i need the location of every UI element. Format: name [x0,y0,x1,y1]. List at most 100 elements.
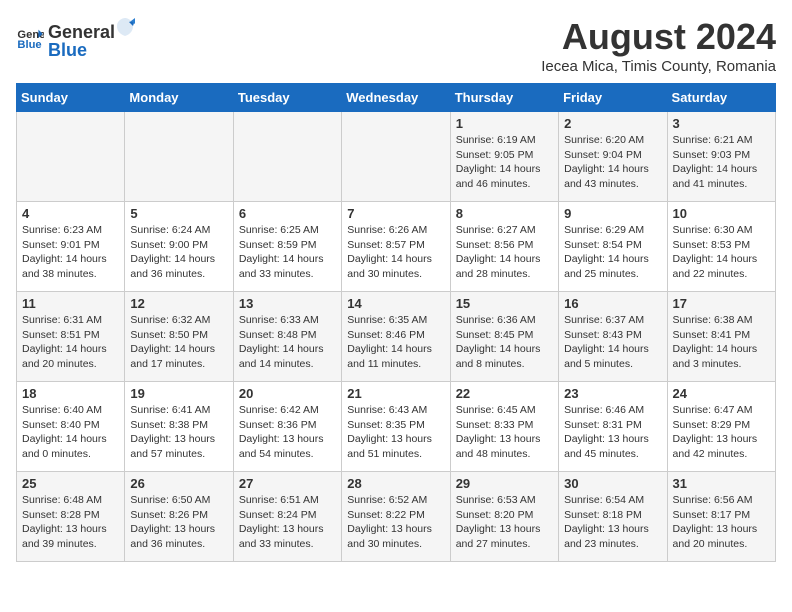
calendar-week-row: 4Sunrise: 6:23 AMSunset: 9:01 PMDaylight… [17,202,776,292]
cell-content: Sunrise: 6:47 AMSunset: 8:29 PMDaylight:… [673,403,770,462]
col-header-monday: Monday [125,84,233,112]
calendar-cell: 14Sunrise: 6:35 AMSunset: 8:46 PMDayligh… [342,292,450,382]
calendar-cell: 2 Sunrise: 6:20 AMSunset: 9:04 PMDaylight… [559,112,667,202]
cell-content: Sunrise: 6:43 AMSunset: 8:35 PMDaylight:… [347,403,444,462]
calendar-cell: 9 Sunrise: 6:29 AMSunset: 8:54 PMDaylight… [559,202,667,292]
day-number: 23 [564,386,661,401]
cell-content: Sunrise: 6:32 AMSunset: 8:50 PMDaylight:… [130,313,227,372]
cell-content: Sunrise: 6:20 AMSunset: 9:04 PMDaylight:… [564,133,661,192]
cell-content: Sunrise: 6:53 AMSunset: 8:20 PMDaylight:… [456,493,553,552]
day-number: 27 [239,476,336,491]
day-number: 6 [239,206,336,221]
day-number: 24 [673,386,770,401]
calendar-cell: 17 Sunrise: 6:38 AMSunset: 8:41 PMDayligh… [667,292,775,382]
day-number: 12 [130,296,227,311]
col-header-friday: Friday [559,84,667,112]
cell-content: Sunrise: 6:51 AMSunset: 8:24 PMDaylight:… [239,493,336,552]
calendar-cell: 27 Sunrise: 6:51 AMSunset: 8:24 PMDayligh… [233,472,341,562]
cell-content: Sunrise: 6:21 AMSunset: 9:03 PMDaylight:… [673,133,770,192]
day-number: 19 [130,386,227,401]
cell-content: Sunrise: 6:36 AMSunset: 8:45 PMDaylight:… [456,313,553,372]
cell-content: Sunrise: 6:25 AMSunset: 8:59 PMDaylight:… [239,223,336,282]
calendar-cell: 29 Sunrise: 6:53 AMSunset: 8:20 PMDayligh… [450,472,558,562]
cell-content: Sunrise: 6:27 AMSunset: 8:56 PMDaylight:… [456,223,553,282]
calendar-cell: 15 Sunrise: 6:36 AMSunset: 8:45 PMDayligh… [450,292,558,382]
cell-content: Sunrise: 6:23 AMSunset: 9:01 PMDaylight:… [22,223,119,282]
calendar-cell: 8 Sunrise: 6:27 AMSunset: 8:56 PMDaylight… [450,202,558,292]
calendar-cell: 10 Sunrise: 6:30 AMSunset: 8:53 PMDayligh… [667,202,775,292]
day-number: 16 [564,296,661,311]
day-number: 30 [564,476,661,491]
day-number: 3 [673,116,770,131]
cell-content: Sunrise: 6:30 AMSunset: 8:53 PMDaylight:… [673,223,770,282]
day-number: 15 [456,296,553,311]
day-number: 22 [456,386,553,401]
day-number: 29 [456,476,553,491]
svg-text:Blue: Blue [17,38,41,50]
col-header-tuesday: Tuesday [233,84,341,112]
day-number: 7 [347,206,444,221]
cell-content: Sunrise: 6:31 AMSunset: 8:51 PMDaylight:… [22,313,119,372]
cell-content: Sunrise: 6:33 AMSunset: 8:48 PMDaylight:… [239,313,336,372]
day-number: 21 [347,386,444,401]
calendar-cell: 30 Sunrise: 6:54 AMSunset: 8:18 PMDayligh… [559,472,667,562]
calendar-cell: 3 Sunrise: 6:21 AMSunset: 9:03 PMDaylight… [667,112,775,202]
calendar-cell: 26 Sunrise: 6:50 AMSunset: 8:26 PMDayligh… [125,472,233,562]
calendar-header-row: SundayMondayTuesdayWednesdayThursdayFrid… [17,84,776,112]
day-number: 17 [673,296,770,311]
calendar-cell [125,112,233,202]
calendar-cell: 28 Sunrise: 6:52 AMSunset: 8:22 PMDayligh… [342,472,450,562]
cell-content: Sunrise: 6:24 AMSunset: 9:00 PMDaylight:… [130,223,227,282]
cell-content: Sunrise: 6:54 AMSunset: 8:18 PMDaylight:… [564,493,661,552]
calendar-cell: 5 Sunrise: 6:24 AMSunset: 9:00 PMDaylight… [125,202,233,292]
cell-content: Sunrise: 6:52 AMSunset: 8:22 PMDaylight:… [347,493,444,552]
calendar-table: SundayMondayTuesdayWednesdayThursdayFrid… [16,83,776,562]
calendar-cell: 22 Sunrise: 6:45 AMSunset: 8:33 PMDayligh… [450,382,558,472]
cell-content: Sunrise: 6:45 AMSunset: 8:33 PMDaylight:… [456,403,553,462]
calendar-cell: 12 Sunrise: 6:32 AMSunset: 8:50 PMDayligh… [125,292,233,382]
calendar-cell: 16 Sunrise: 6:37 AMSunset: 8:43 PMDayligh… [559,292,667,382]
calendar-cell: 25Sunrise: 6:48 AMSunset: 8:28 PMDayligh… [17,472,125,562]
calendar-cell [342,112,450,202]
col-header-saturday: Saturday [667,84,775,112]
day-number: 10 [673,206,770,221]
day-number: 5 [130,206,227,221]
day-number: 28 [347,476,444,491]
day-number: 14 [347,296,444,311]
cell-content: Sunrise: 6:38 AMSunset: 8:41 PMDaylight:… [673,313,770,372]
col-header-wednesday: Wednesday [342,84,450,112]
day-number: 8 [456,206,553,221]
day-number: 1 [456,116,553,131]
cell-content: Sunrise: 6:48 AMSunset: 8:28 PMDaylight:… [22,493,119,552]
calendar-cell: 11 Sunrise: 6:31 AMSunset: 8:51 PMDayligh… [17,292,125,382]
calendar-week-row: 25Sunrise: 6:48 AMSunset: 8:28 PMDayligh… [17,472,776,562]
day-number: 11 [22,296,119,311]
logo-bird-icon [115,16,135,38]
cell-content: Sunrise: 6:26 AMSunset: 8:57 PMDaylight:… [347,223,444,282]
cell-content: Sunrise: 6:29 AMSunset: 8:54 PMDaylight:… [564,223,661,282]
day-number: 9 [564,206,661,221]
cell-content: Sunrise: 6:19 AMSunset: 9:05 PMDaylight:… [456,133,553,192]
day-number: 31 [673,476,770,491]
main-title: August 2024 [541,16,776,58]
calendar-week-row: 11 Sunrise: 6:31 AMSunset: 8:51 PMDayligh… [17,292,776,382]
day-number: 20 [239,386,336,401]
day-number: 2 [564,116,661,131]
calendar-cell: 21 Sunrise: 6:43 AMSunset: 8:35 PMDayligh… [342,382,450,472]
day-number: 26 [130,476,227,491]
header: General Blue General Blue August 2024 Ie… [16,16,776,75]
cell-content: Sunrise: 6:56 AMSunset: 8:17 PMDaylight:… [673,493,770,552]
calendar-cell: 23Sunrise: 6:46 AMSunset: 8:31 PMDayligh… [559,382,667,472]
cell-content: Sunrise: 6:40 AMSunset: 8:40 PMDaylight:… [22,403,119,462]
calendar-cell [233,112,341,202]
cell-content: Sunrise: 6:50 AMSunset: 8:26 PMDaylight:… [130,493,227,552]
cell-content: Sunrise: 6:37 AMSunset: 8:43 PMDaylight:… [564,313,661,372]
calendar-cell: 19Sunrise: 6:41 AMSunset: 8:38 PMDayligh… [125,382,233,472]
calendar-cell: 6 Sunrise: 6:25 AMSunset: 8:59 PMDaylight… [233,202,341,292]
calendar-cell: 4Sunrise: 6:23 AMSunset: 9:01 PMDaylight… [17,202,125,292]
col-header-sunday: Sunday [17,84,125,112]
calendar-cell: 7 Sunrise: 6:26 AMSunset: 8:57 PMDaylight… [342,202,450,292]
calendar-cell: 20Sunrise: 6:42 AMSunset: 8:36 PMDayligh… [233,382,341,472]
subtitle: Iecea Mica, Timis County, Romania [541,58,776,75]
calendar-cell: 24 Sunrise: 6:47 AMSunset: 8:29 PMDayligh… [667,382,775,472]
